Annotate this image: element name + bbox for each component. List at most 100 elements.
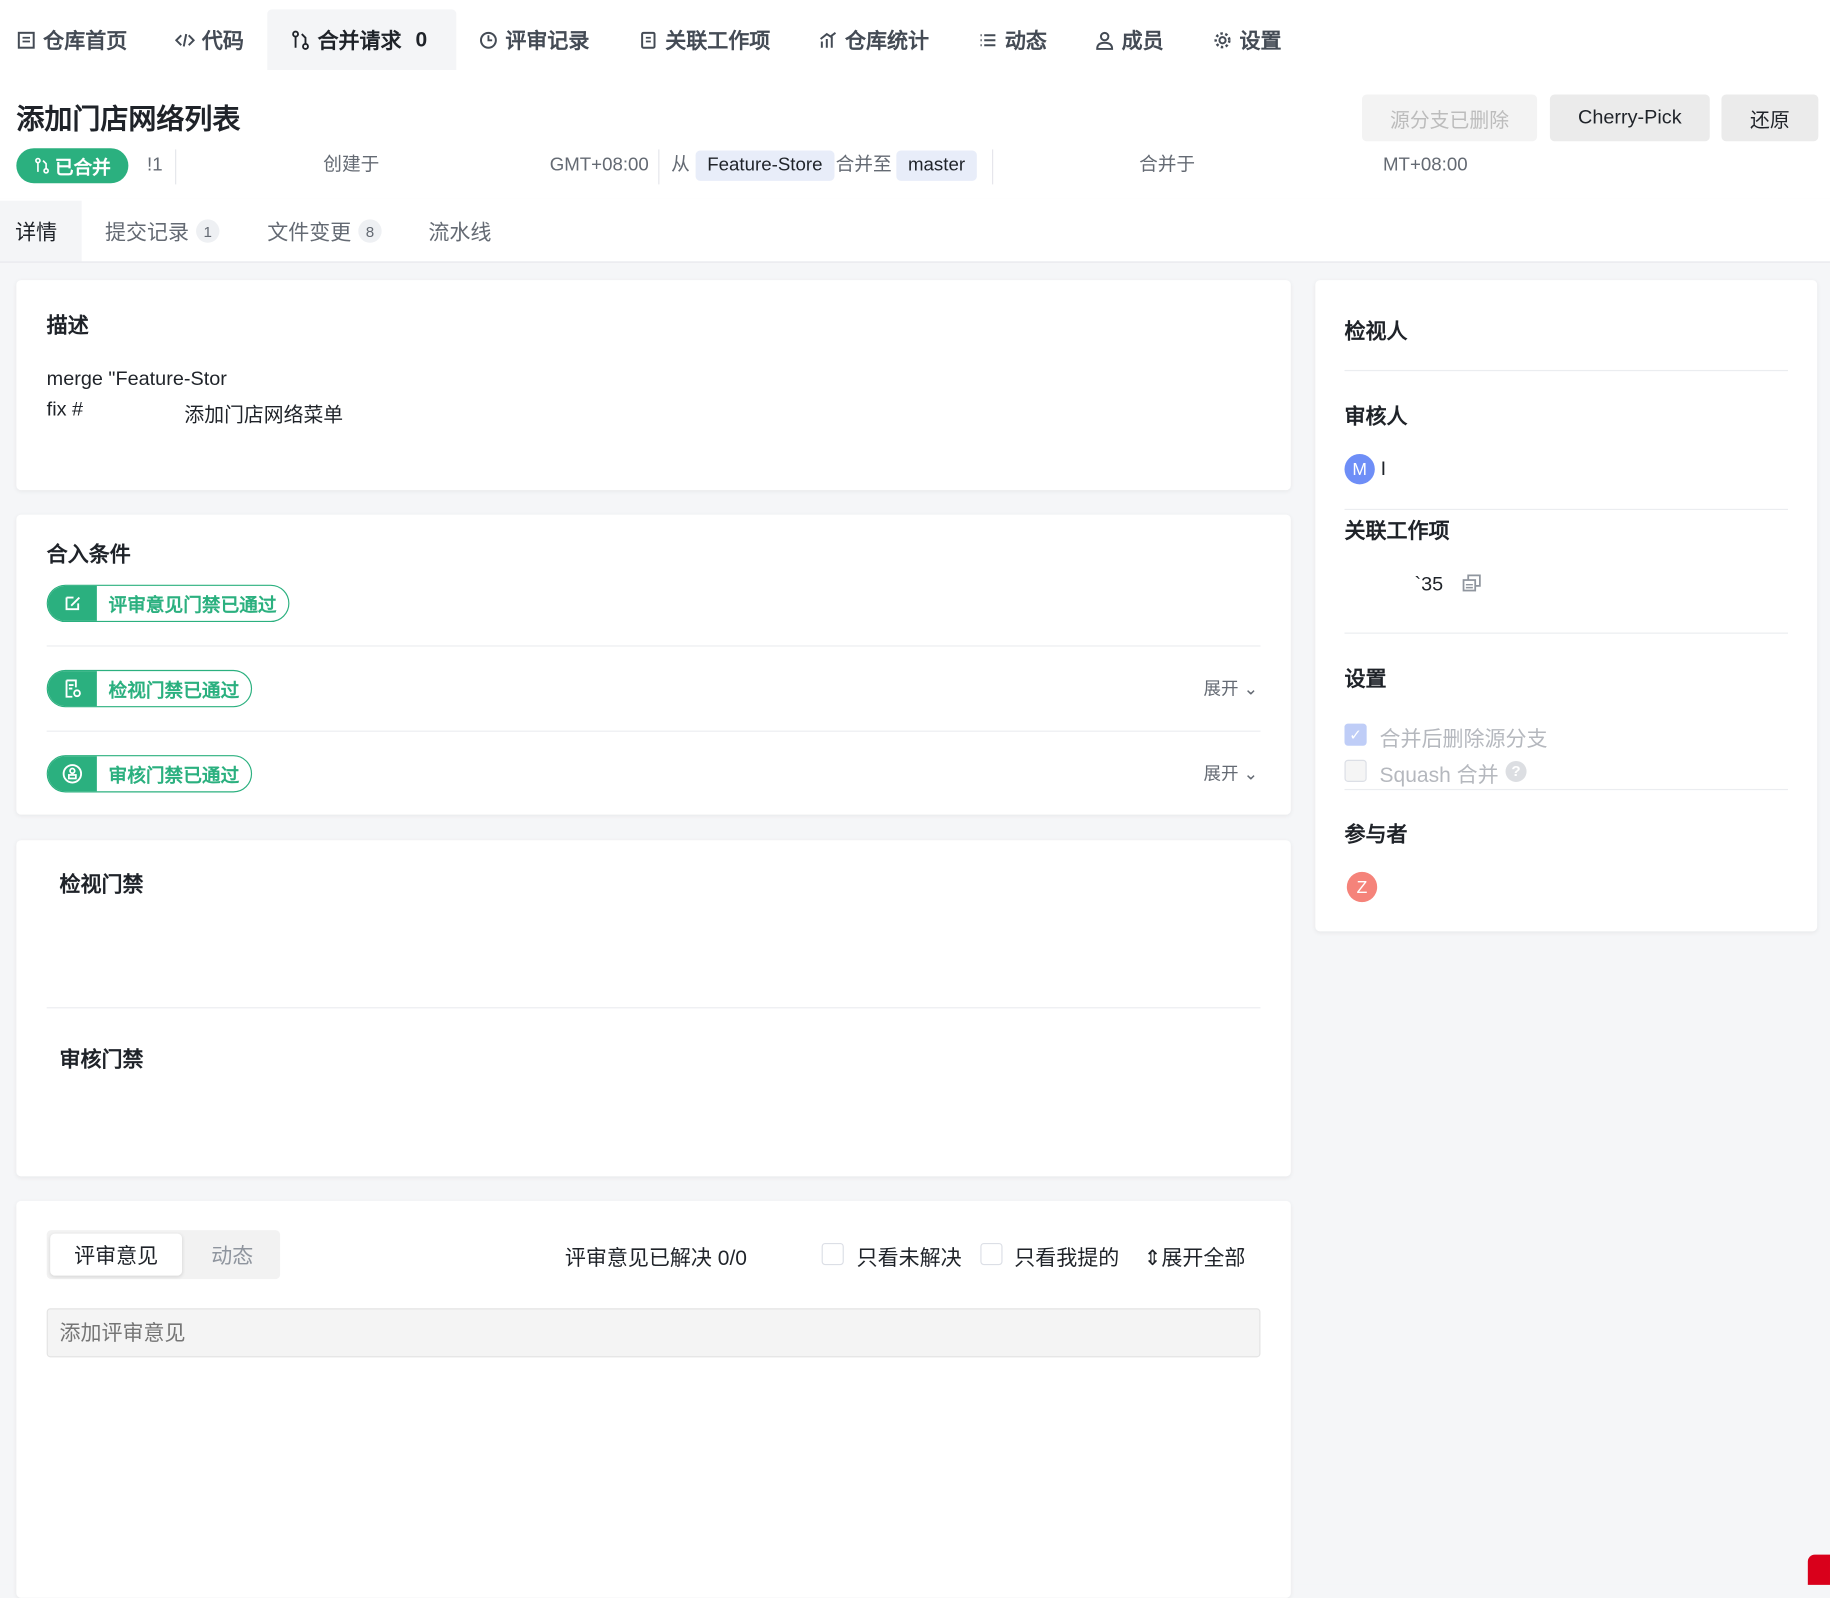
source-branch-tag[interactable]: Feature-Store: [695, 150, 835, 181]
nav-repo-home[interactable]: 仓库首页: [5, 9, 139, 70]
tab-count: 1: [196, 219, 220, 243]
gate-label: 审核门禁已通过: [108, 766, 240, 787]
comment-gate-badge: 评审意见门禁已通过: [46, 584, 290, 623]
tab-activity[interactable]: 动态: [191, 1234, 273, 1276]
only-mine-checkbox[interactable]: [980, 1242, 1003, 1266]
gate-label: 评审意见门禁已通过: [108, 596, 277, 617]
workitem-id[interactable]: `35: [1415, 573, 1444, 596]
comments-card: 评审意见 动态 评审意见已解决 0/0 只看未解决 只看我提的 ⇕展开全部: [16, 1200, 1291, 1598]
nav-stats[interactable]: 仓库统计: [806, 9, 940, 70]
user-icon: [1096, 31, 1114, 50]
review-gate-title: 检视门禁: [59, 872, 144, 897]
status-label: 已合并: [54, 158, 111, 179]
tab-file-changes[interactable]: 文件变更 8: [252, 201, 397, 262]
expand-label: 展开: [1203, 764, 1239, 785]
merge-request-icon: [292, 30, 309, 50]
description-line: 添加门店网络菜单: [184, 403, 344, 426]
tab-label: 提交记录: [105, 220, 190, 244]
delete-source-checkbox[interactable]: ✓: [1344, 723, 1367, 746]
tab-label: 流水线: [428, 220, 492, 244]
nav-label: 合并请求: [317, 29, 402, 53]
created-label: 创建于: [323, 155, 380, 176]
review-icon: [479, 31, 497, 49]
code-icon: [175, 33, 195, 47]
expand-review-gate[interactable]: 展开 ⌄: [1204, 676, 1259, 701]
cherry-pick-button[interactable]: Cherry-Pick: [1549, 94, 1710, 142]
mr-id: !1: [147, 155, 163, 176]
description-line: merge "Feature-Stor: [46, 367, 227, 390]
nav-label: 仓库统计: [844, 29, 930, 53]
mr-count: 0: [415, 27, 428, 51]
target-branch-tag[interactable]: master: [896, 150, 977, 181]
status-badge: 已合并: [16, 148, 129, 184]
revert-button[interactable]: 还原: [1721, 94, 1819, 142]
merged-time: MT+08:00: [1383, 155, 1468, 176]
expand-label: 展开: [1203, 679, 1239, 700]
nav-label: 代码: [201, 29, 244, 53]
nav-settings[interactable]: 设置: [1201, 9, 1293, 70]
stats-icon: [819, 31, 837, 48]
from-label: 从: [671, 155, 690, 176]
feedback-icon[interactable]: [1807, 1554, 1830, 1585]
copy-icon[interactable]: [1461, 573, 1482, 600]
merge-conditions-card: 合入条件 评审意见门禁已通过 检视门禁已通过 展开 ⌄ 审核门禁已通过 展开 ⌄: [16, 514, 1291, 815]
tab-count: 8: [358, 219, 382, 243]
approve-gate-badge: 审核门禁已通过: [46, 755, 253, 793]
participants-title: 参与者: [1344, 822, 1408, 847]
nav-workitems[interactable]: 关联工作项: [627, 9, 782, 70]
squash-checkbox[interactable]: [1344, 759, 1367, 782]
only-mine-label[interactable]: 只看我提的: [1014, 1242, 1119, 1272]
tab-commits[interactable]: 提交记录 1: [90, 201, 235, 262]
only-unresolved-label[interactable]: 只看未解决: [857, 1242, 962, 1272]
expand-all-button[interactable]: ⇕展开全部: [1144, 1242, 1246, 1272]
gates-card: 检视门禁 审核门禁: [16, 840, 1291, 1177]
repo-icon: [17, 31, 35, 49]
nav-label: 仓库首页: [43, 29, 128, 53]
reviewers-title: 检视人: [1344, 319, 1408, 344]
tab-pipeline[interactable]: 流水线: [413, 201, 506, 262]
merge-icon: [35, 157, 49, 174]
created-time: GMT+08:00: [549, 155, 649, 176]
nav-label: 成员: [1121, 29, 1164, 53]
sidebar-card: 检视人 审核人 M I 关联工作项 `35 设置 ✓ 合并后删除源分支 Squa…: [1315, 280, 1818, 932]
source-deleted-button[interactable]: 源分支已删除: [1361, 94, 1538, 142]
nav-label: 关联工作项: [665, 29, 771, 53]
merge-to-label: 合并至: [835, 155, 892, 176]
gate-label: 检视门禁已通过: [108, 681, 240, 702]
expand-all-icon: ⇕: [1143, 1246, 1162, 1270]
description-card: 描述 merge "Feature-Stor fix # 添加门店网络菜单: [16, 280, 1291, 491]
expand-all-label: 展开全部: [1161, 1246, 1246, 1270]
only-unresolved-checkbox[interactable]: [821, 1242, 844, 1266]
approver-avatar: M: [1344, 453, 1375, 485]
list-icon: [980, 33, 996, 46]
expand-approve-gate[interactable]: 展开 ⌄: [1204, 761, 1259, 786]
approver-icon: [47, 756, 97, 792]
tab-comments[interactable]: 评审意见: [50, 1233, 183, 1276]
tab-details[interactable]: 详情: [0, 200, 82, 262]
comment-input[interactable]: [46, 1308, 1261, 1358]
nav-merge-requests[interactable]: 合并请求 0: [267, 9, 457, 71]
approvers-title: 审核人: [1344, 404, 1408, 429]
chevron-down-icon: ⌄: [1243, 764, 1259, 785]
workitems-title: 关联工作项: [1344, 519, 1450, 543]
nav-members[interactable]: 成员: [1083, 9, 1175, 70]
help-icon[interactable]: ?: [1505, 760, 1527, 782]
header: 仓库首页 代码 合并请求 0 评审记录 关联工作项 仓库统计 动态 成员 设置 添…: [0, 0, 1830, 199]
nav-label: 设置: [1239, 29, 1282, 53]
review-doc-icon: [47, 671, 97, 707]
nav-activity[interactable]: 动态: [966, 9, 1058, 70]
page-title: 添加门店网络列表: [16, 103, 241, 136]
gear-icon: [1214, 31, 1231, 48]
nav-code[interactable]: 代码: [163, 9, 255, 70]
resolved-count: 评审意见已解决 0/0: [564, 1246, 747, 1270]
delete-source-label: 合并后删除源分支: [1379, 727, 1548, 751]
workitem-icon: [641, 31, 656, 49]
nav-label: 评审记录: [505, 29, 590, 53]
chevron-down-icon: ⌄: [1243, 679, 1259, 700]
tab-label: 文件变更: [267, 220, 352, 244]
settings-title: 设置: [1344, 667, 1387, 691]
nav-label: 动态: [1004, 29, 1047, 53]
review-gate-badge: 检视门禁已通过: [46, 669, 253, 708]
nav-reviews[interactable]: 评审记录: [467, 9, 601, 70]
squash-label: Squash 合并: [1379, 763, 1499, 787]
